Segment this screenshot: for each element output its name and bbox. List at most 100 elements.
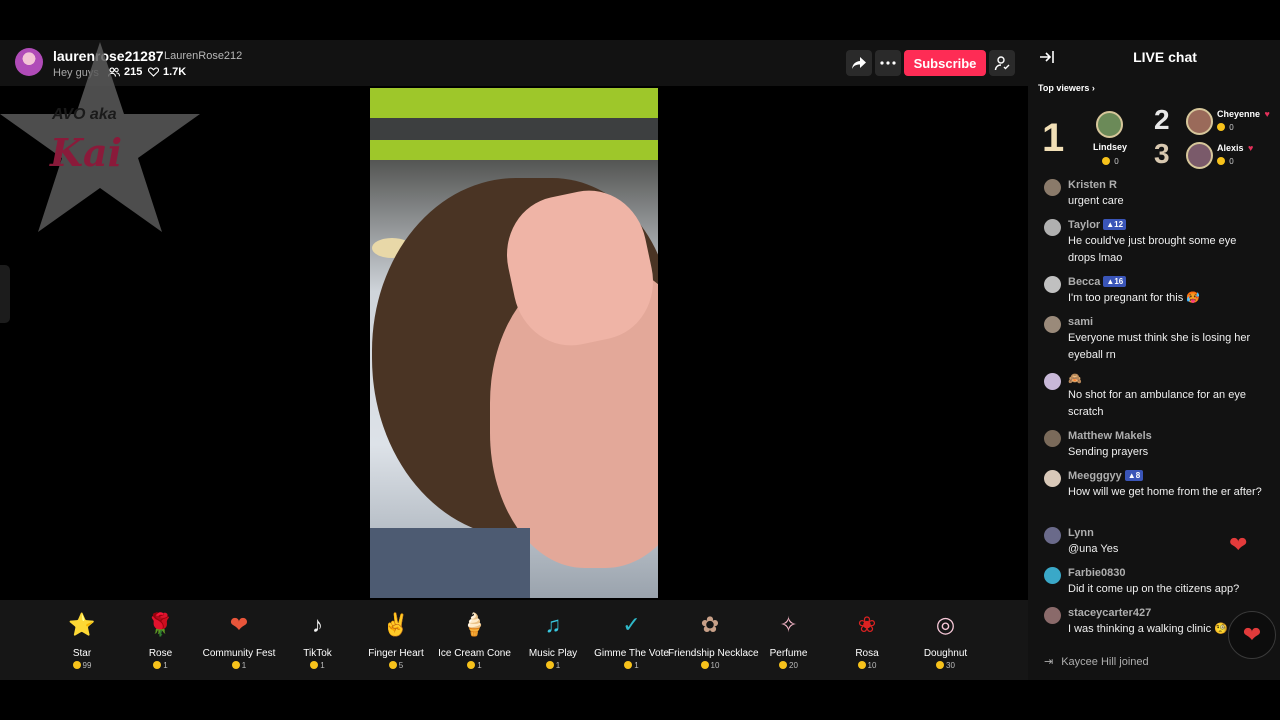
chat-username[interactable]: Matthew Makels: [1068, 429, 1264, 444]
chat-messages: Kristen R urgent care Taylor ▲12 He could've…: [1028, 178, 1280, 646]
join-text: Kaycee Hill joined: [1061, 655, 1149, 668]
gift-tiktok[interactable]: ♪ TikTok 1: [276, 608, 360, 670]
top-viewers-label: Top viewers: [1038, 83, 1090, 93]
coin-icon: [388, 661, 397, 669]
star-icon: ⭐: [68, 612, 96, 637]
gift-rosa[interactable]: ❀ Rosa 10: [825, 608, 909, 670]
gift-cost: 1: [197, 661, 281, 670]
gift-community-fest[interactable]: ❤ Community Fest 1: [197, 608, 281, 670]
chat-message[interactable]: Matthew Makels Sending prayers: [1028, 429, 1280, 469]
coin-icon: [779, 661, 788, 669]
gift-cost: 99: [40, 661, 124, 670]
chat-avatar[interactable]: [1044, 276, 1061, 293]
chat-title: LIVE chat: [1133, 49, 1197, 65]
chat-username[interactable]: 🙈: [1068, 372, 1264, 387]
gift-rose[interactable]: 🌹 Rose 1: [119, 608, 203, 670]
chat-avatar[interactable]: [1044, 567, 1061, 584]
share-button[interactable]: [846, 50, 872, 76]
share-icon: [852, 57, 866, 69]
coin-icon: [1217, 123, 1225, 131]
perfume-icon: ✧: [779, 612, 798, 637]
subscribe-button[interactable]: Subscribe: [904, 50, 986, 76]
music-play-icon: ♫: [544, 612, 562, 637]
gift-name: Ice Cream Cone: [438, 648, 511, 659]
coin-icon: [1102, 157, 1110, 165]
live-video[interactable]: [370, 88, 658, 598]
gift-star[interactable]: ⭐ Star 99: [40, 608, 124, 670]
gift-name: Gimme The Vote: [594, 648, 669, 659]
chat-username[interactable]: Taylor ▲12: [1068, 218, 1264, 233]
coin-icon: [545, 661, 554, 669]
video-background-bar: [370, 118, 658, 140]
gift-necklace[interactable]: ✿ Friendship Necklace 10: [668, 608, 759, 670]
chat-avatar[interactable]: [1044, 316, 1061, 333]
chat-avatar[interactable]: [1044, 430, 1061, 447]
coin-icon: [700, 661, 709, 669]
side-expand-tab[interactable]: [0, 265, 10, 323]
top-viewer-avatar[interactable]: [1096, 111, 1123, 138]
chat-avatar[interactable]: [1044, 179, 1061, 196]
chat-message[interactable]: 🙈 No shot for an ambulance for an eye scr…: [1028, 372, 1280, 429]
like-button[interactable]: ❤: [1228, 611, 1276, 659]
heart-badge-icon: ♥: [1264, 109, 1270, 119]
chat-username[interactable]: Farbie0830: [1068, 566, 1264, 581]
top-viewer-avatar[interactable]: [1186, 142, 1213, 169]
rank-2: 2: [1154, 104, 1170, 135]
chat-username[interactable]: Kristen R: [1068, 178, 1264, 193]
gift-cost: 20: [747, 661, 831, 670]
gift-cost: 10: [825, 661, 909, 670]
chat-message[interactable]: Becca ▲16 I'm too pregnant for this 🥵: [1028, 275, 1280, 315]
chat-username[interactable]: Becca ▲16: [1068, 275, 1264, 290]
chat-message[interactable]: Meegggyy ▲8 How will we get home from the …: [1028, 469, 1280, 526]
chat-avatar[interactable]: [1044, 219, 1061, 236]
gift-name: Star: [72, 648, 92, 659]
chat-text: He could've just brought some eye drops …: [1068, 235, 1237, 264]
top-viewer-name[interactable]: Lindsey: [1093, 142, 1127, 152]
chat-message[interactable]: Farbie0830 Did it come up on the citizens…: [1028, 566, 1280, 606]
chat-username[interactable]: Meegggyy ▲8: [1068, 469, 1264, 484]
gift-name: Community Fest: [202, 648, 276, 659]
gift-cost: 1: [276, 661, 360, 670]
join-notification: ⇥ Kaycee Hill joined: [1044, 655, 1149, 669]
top-viewer-name[interactable]: Alexis ♥: [1217, 143, 1253, 153]
finger-heart-icon: ✌: [382, 612, 410, 637]
gift-name: Perfume: [769, 648, 808, 659]
chevron-right-icon: ›: [1091, 83, 1095, 93]
tiktok-icon: ♪: [312, 612, 323, 637]
ice-cream-icon: 🍦: [460, 612, 489, 637]
join-icon: ⇥: [1044, 656, 1054, 668]
gift-music-play[interactable]: ♫ Music Play 1: [511, 608, 595, 670]
chat-message[interactable]: Kristen R urgent care: [1028, 178, 1280, 218]
gift-name: Doughnut: [923, 648, 968, 659]
fan-level-badge: ▲12: [1103, 219, 1127, 230]
profile-icon: [994, 56, 1010, 71]
vote-icon: ✓: [622, 612, 641, 637]
chat-message[interactable]: Taylor ▲12 He could've just brought some e…: [1028, 218, 1280, 275]
chat-text: No shot for an ambulance for an eye scra…: [1068, 389, 1246, 418]
more-button[interactable]: [875, 50, 901, 76]
chat-avatar[interactable]: [1044, 607, 1061, 624]
gift-ice-cream[interactable]: 🍦 Ice Cream Cone 1: [433, 608, 517, 670]
gift-cost: 1: [511, 661, 595, 670]
top-viewer-score: 0: [1102, 157, 1119, 166]
chat-username[interactable]: sami: [1068, 315, 1264, 330]
floating-heart-icon: ❤: [1229, 532, 1248, 557]
chat-avatar[interactable]: [1044, 373, 1061, 390]
chat-message[interactable]: sami Everyone must think she is losing he…: [1028, 315, 1280, 372]
rose-icon: 🌹: [146, 612, 175, 637]
video-shirt: [370, 528, 530, 598]
top-viewer-avatar[interactable]: [1186, 108, 1213, 135]
gift-cost: 1: [590, 661, 674, 670]
gift-cost: 1: [119, 661, 203, 670]
top-viewers-link[interactable]: Top viewers ›: [1038, 83, 1095, 93]
gift-doughnut[interactable]: ◎ Doughnut 30: [904, 608, 988, 670]
profile-button[interactable]: [989, 50, 1015, 76]
coin-icon: [153, 661, 162, 669]
coin-icon: [231, 661, 240, 669]
gift-perfume[interactable]: ✧ Perfume 20: [747, 608, 831, 670]
top-viewer-name[interactable]: Cheyenne ♥: [1217, 109, 1270, 119]
chat-avatar[interactable]: [1044, 527, 1061, 544]
gift-vote[interactable]: ✓ Gimme The Vote 1: [590, 608, 674, 670]
gift-finger-heart[interactable]: ✌ Finger Heart 5: [354, 608, 438, 670]
chat-avatar[interactable]: [1044, 470, 1061, 487]
